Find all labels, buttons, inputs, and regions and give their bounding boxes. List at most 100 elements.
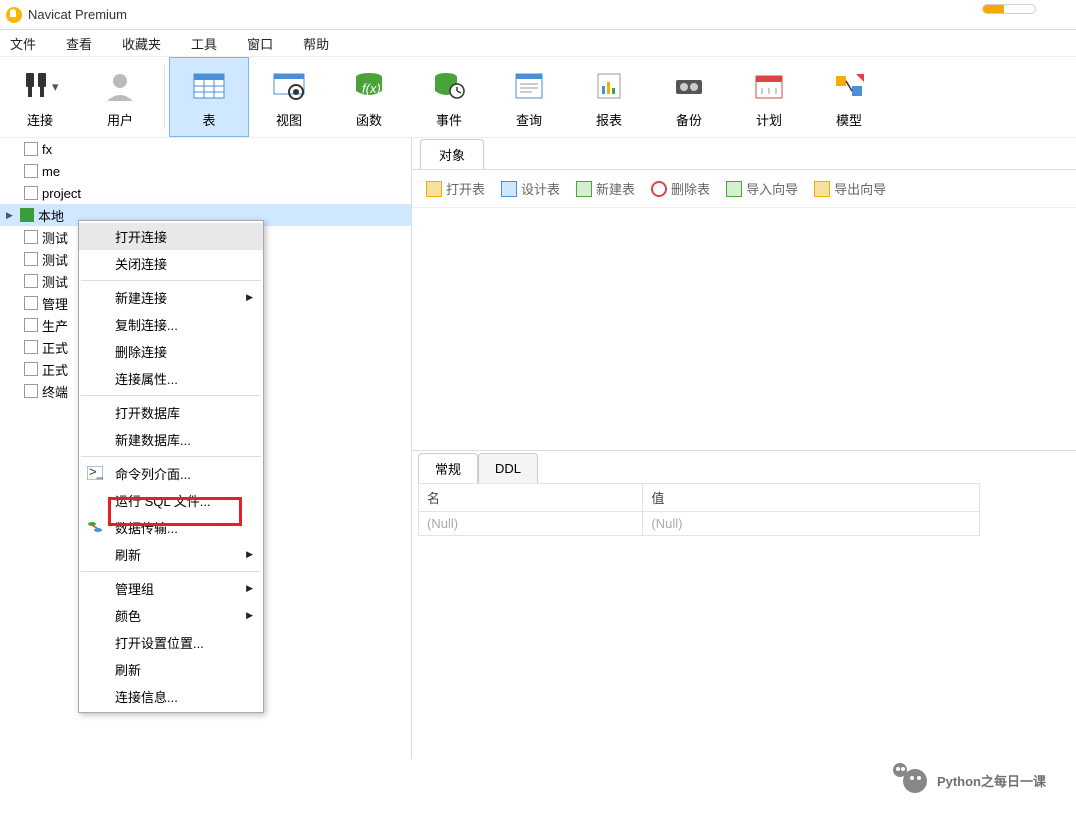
menu-view[interactable]: 查看 bbox=[66, 34, 92, 53]
context-menu-separator bbox=[81, 395, 261, 396]
tree-label: 管理 bbox=[42, 294, 68, 313]
toolbar-func-button[interactable]: f(x) 函数 bbox=[329, 57, 409, 137]
progress-indicator bbox=[982, 4, 1036, 14]
object-toolbar: 打开表 设计表 新建表 删除表 导入向导 导出向导 bbox=[412, 170, 1076, 208]
tree-label: 正式 bbox=[42, 360, 68, 379]
context-menu-item[interactable]: 新建数据库... bbox=[79, 426, 263, 453]
tab-general[interactable]: 常规 bbox=[418, 453, 478, 483]
tab-ddl[interactable]: DDL bbox=[478, 453, 538, 483]
menu-tools[interactable]: 工具 bbox=[191, 34, 217, 53]
main-toolbar: ▾ 连接 用户 表 视图 f(x) 函数 事件 查询 bbox=[0, 56, 1076, 138]
context-menu-item[interactable]: 管理组▶ bbox=[79, 575, 263, 602]
context-menu-label: 关闭连接 bbox=[115, 254, 167, 273]
context-menu-item[interactable]: 打开设置位置... bbox=[79, 629, 263, 656]
context-menu-item[interactable]: 数据传输... bbox=[79, 514, 263, 541]
obj-delete-button[interactable]: 删除表 bbox=[645, 179, 716, 198]
title-bar: Navicat Premium bbox=[0, 0, 1076, 30]
content-area: 常规 DDL 名 值 (Null) (Null) bbox=[412, 208, 1076, 759]
context-menu-item[interactable]: 新建连接▶ bbox=[79, 284, 263, 311]
expand-icon[interactable]: ▶ bbox=[6, 210, 16, 221]
toolbar-table-button[interactable]: 表 bbox=[169, 57, 249, 137]
toolbar-view-button[interactable]: 视图 bbox=[249, 57, 329, 137]
context-menu-item[interactable]: 删除连接 bbox=[79, 338, 263, 365]
context-menu-item[interactable]: 连接属性... bbox=[79, 365, 263, 392]
toolbar-plan-button[interactable]: 计划 bbox=[729, 57, 809, 137]
obj-open-button[interactable]: 打开表 bbox=[420, 179, 491, 198]
context-menu-item[interactable]: 复制连接... bbox=[79, 311, 263, 338]
tree-item[interactable]: project bbox=[0, 182, 411, 204]
obj-import-button[interactable]: 导入向导 bbox=[720, 179, 804, 198]
tree-label: 测试 bbox=[42, 250, 68, 269]
view-icon bbox=[269, 66, 309, 106]
menu-window[interactable]: 窗口 bbox=[247, 34, 273, 53]
context-menu-item[interactable]: 连接信息... bbox=[79, 683, 263, 710]
tree-label: fx bbox=[42, 142, 52, 157]
tree-item[interactable]: fx bbox=[0, 138, 411, 160]
toolbar-report-button[interactable]: 报表 bbox=[569, 57, 649, 137]
context-menu: 打开连接关闭连接新建连接▶ 复制连接... 删除连接连接属性... 打开数据库新建数据… bbox=[78, 220, 264, 713]
connect-icon: ▾ bbox=[20, 66, 60, 106]
tree-label: 正式 bbox=[42, 338, 68, 357]
context-menu-label: 打开连接 bbox=[115, 227, 167, 246]
open-table-icon bbox=[426, 181, 442, 197]
toolbar-view-label: 视图 bbox=[276, 110, 302, 129]
table-icon bbox=[189, 66, 229, 106]
menu-help[interactable]: 帮助 bbox=[303, 34, 329, 53]
menu-bar: 文件 查看 收藏夹 工具 窗口 帮助 bbox=[0, 30, 1076, 56]
toolbar-connect-button[interactable]: ▾ 连接 bbox=[0, 57, 80, 137]
svg-text:▾: ▾ bbox=[52, 79, 59, 94]
tree-item[interactable]: me bbox=[0, 160, 411, 182]
toolbar-user-label: 用户 bbox=[107, 110, 133, 129]
query-icon bbox=[509, 66, 549, 106]
context-menu-label: 复制连接... bbox=[115, 315, 178, 334]
prop-header-name: 名 bbox=[419, 484, 643, 512]
connection-tree: fx me project ▶本地 测试 测试 测试 管理 生产 正式 正式 终… bbox=[0, 138, 412, 759]
context-menu-item[interactable]: 运行 SQL 文件... bbox=[79, 487, 263, 514]
context-menu-separator bbox=[81, 456, 261, 457]
app-title: Navicat Premium bbox=[28, 7, 127, 22]
watermark-text: Python之每日一课 bbox=[937, 771, 1046, 790]
toolbar-report-label: 报表 bbox=[596, 110, 622, 129]
toolbar-user-button[interactable]: 用户 bbox=[80, 57, 160, 137]
delete-table-icon bbox=[651, 181, 667, 197]
toolbar-query-label: 查询 bbox=[516, 110, 542, 129]
report-icon bbox=[589, 66, 629, 106]
toolbar-backup-button[interactable]: 备份 bbox=[649, 57, 729, 137]
toolbar-query-button[interactable]: 查询 bbox=[489, 57, 569, 137]
context-menu-item[interactable]: 打开数据库 bbox=[79, 399, 263, 426]
obj-export-button[interactable]: 导出向导 bbox=[808, 179, 892, 198]
context-menu-item[interactable]: 打开连接 bbox=[79, 223, 263, 250]
context-menu-item[interactable]: >_命令列介面... bbox=[79, 460, 263, 487]
lower-tabs: 常规 DDL bbox=[412, 451, 1076, 483]
submenu-arrow-icon: ▶ bbox=[246, 549, 253, 560]
context-menu-item[interactable]: 刷新 bbox=[79, 656, 263, 683]
new-table-icon bbox=[576, 181, 592, 197]
tree-label: project bbox=[42, 186, 81, 201]
main-area: fx me project ▶本地 测试 测试 测试 管理 生产 正式 正式 终… bbox=[0, 138, 1076, 759]
context-menu-label: 打开数据库 bbox=[115, 403, 180, 422]
menu-file[interactable]: 文件 bbox=[10, 34, 36, 53]
submenu-arrow-icon: ▶ bbox=[246, 610, 253, 621]
function-icon: f(x) bbox=[349, 66, 389, 106]
context-menu-label: 数据传输... bbox=[115, 518, 178, 537]
tree-label: 测试 bbox=[42, 272, 68, 291]
menu-favorites[interactable]: 收藏夹 bbox=[122, 34, 161, 53]
context-menu-item[interactable]: 颜色▶ bbox=[79, 602, 263, 629]
context-menu-label: 命令列介面... bbox=[115, 464, 191, 483]
prop-cell: (Null) bbox=[419, 512, 643, 536]
lower-panel: 常规 DDL 名 值 (Null) (Null) bbox=[412, 450, 1076, 536]
obj-new-button[interactable]: 新建表 bbox=[570, 179, 641, 198]
tree-label: me bbox=[42, 164, 60, 179]
submenu-arrow-icon: ▶ bbox=[246, 292, 253, 303]
context-menu-item[interactable]: 关闭连接 bbox=[79, 250, 263, 277]
toolbar-model-button[interactable]: 模型 bbox=[809, 57, 889, 137]
obj-design-button[interactable]: 设计表 bbox=[495, 179, 566, 198]
toolbar-plan-label: 计划 bbox=[756, 110, 782, 129]
object-tab[interactable]: 对象 bbox=[420, 139, 484, 169]
wechat-icon bbox=[893, 763, 927, 797]
toolbar-event-button[interactable]: 事件 bbox=[409, 57, 489, 137]
context-menu-label: 刷新 bbox=[115, 545, 141, 564]
context-menu-label: 删除连接 bbox=[115, 342, 167, 361]
export-icon bbox=[814, 181, 830, 197]
context-menu-item[interactable]: 刷新 ▶ bbox=[79, 541, 263, 568]
